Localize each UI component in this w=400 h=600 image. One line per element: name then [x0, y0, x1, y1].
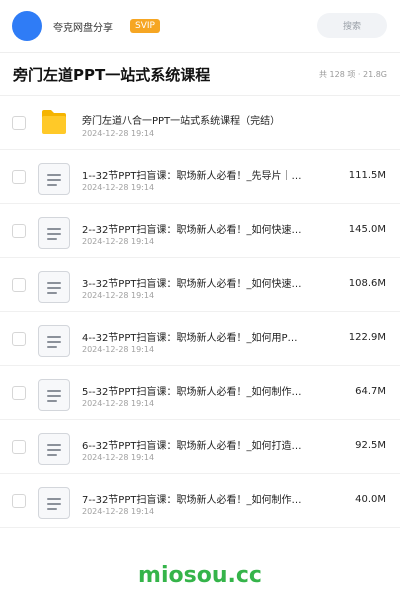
file-size: 122.9M	[348, 332, 386, 343]
search-label: 搜索	[342, 22, 361, 32]
select-checkbox[interactable]	[12, 440, 26, 454]
file-list: 旁门左道八合一PPT一站式系统课程（完结） 2024-12-28 19:14 1…	[0, 96, 400, 528]
avatar[interactable]	[12, 11, 42, 41]
list-item[interactable]: 4--32节PPT扫盲课：职场新人必看！_如何用P… 2024-12-28 19…	[0, 312, 400, 366]
document-icon	[38, 217, 70, 249]
file-name: 5--32节PPT扫盲课：职场新人必看！_如何制作…	[82, 387, 302, 398]
list-item[interactable]: 5--32节PPT扫盲课：职场新人必看！_如何制作… 2024-12-28 19…	[0, 366, 400, 420]
file-date: 2024-12-28 19:14	[82, 291, 155, 300]
file-size: 64.7M	[355, 386, 386, 397]
select-checkbox[interactable]	[12, 494, 26, 508]
document-icon	[38, 379, 70, 411]
list-item[interactable]: 旁门左道八合一PPT一站式系统课程（完结） 2024-12-28 19:14	[0, 96, 400, 150]
username: 夸克网盘分享	[53, 22, 113, 34]
search-button[interactable]: 搜索	[317, 13, 387, 38]
select-checkbox[interactable]	[12, 224, 26, 238]
file-name: 6--32节PPT扫盲课：职场新人必看！_如何打造…	[82, 441, 302, 452]
file-name: 旁门左道八合一PPT一站式系统课程（完结）	[82, 116, 281, 127]
list-item[interactable]: 7--32节PPT扫盲课：职场新人必看！_如何制作… 2024-12-28 19…	[0, 474, 400, 528]
watermark: miosou.cc	[138, 563, 262, 588]
select-checkbox[interactable]	[12, 170, 26, 184]
file-date: 2024-12-28 19:14	[82, 345, 155, 354]
file-date: 2024-12-28 19:14	[82, 453, 155, 462]
file-name: 7--32节PPT扫盲课：职场新人必看！_如何制作…	[82, 495, 302, 506]
svip-badge: SVIP	[130, 19, 160, 33]
file-date: 2024-12-28 19:14	[82, 507, 155, 516]
file-name: 4--32节PPT扫盲课：职场新人必看！_如何用P…	[82, 333, 298, 344]
select-checkbox[interactable]	[12, 386, 26, 400]
top-bar: 夸克网盘分享 SVIP 搜索	[0, 0, 400, 52]
file-date: 2024-12-28 19:14	[82, 399, 155, 408]
document-icon	[38, 487, 70, 519]
list-item[interactable]: 1--32节PPT扫盲课：职场新人必看！_先导片｜… 2024-12-28 19…	[0, 150, 400, 204]
file-name: 1--32节PPT扫盲课：职场新人必看！_先导片｜…	[82, 171, 302, 182]
file-size: 111.5M	[348, 170, 386, 181]
title-row: 旁门左道PPT一站式系统课程 共 128 项21.8G	[0, 53, 400, 95]
page-title: 旁门左道PPT一站式系统课程	[13, 65, 211, 84]
list-item[interactable]: 2--32节PPT扫盲课：职场新人必看！_如何快速… 2024-12-28 19…	[0, 204, 400, 258]
file-size: 92.5M	[355, 440, 386, 451]
total-size: 21.8G	[355, 70, 387, 79]
file-size: 40.0M	[355, 494, 386, 505]
file-name: 2--32节PPT扫盲课：职场新人必看！_如何快速…	[82, 225, 302, 236]
list-item[interactable]: 6--32节PPT扫盲课：职场新人必看！_如何打造… 2024-12-28 19…	[0, 420, 400, 474]
document-icon	[38, 271, 70, 303]
item-count: 共 128 项	[318, 70, 356, 79]
select-checkbox[interactable]	[12, 278, 26, 292]
file-size: 108.6M	[348, 278, 386, 289]
file-date: 2024-12-28 19:14	[82, 183, 155, 192]
file-name: 3--32节PPT扫盲课：职场新人必看！_如何快速…	[82, 279, 302, 290]
file-date: 2024-12-28 19:14	[82, 237, 155, 246]
file-size: 145.0M	[348, 224, 386, 235]
document-icon	[38, 325, 70, 357]
file-date: 2024-12-28 19:14	[82, 129, 155, 138]
select-checkbox[interactable]	[12, 332, 26, 346]
document-icon	[38, 433, 70, 465]
select-checkbox[interactable]	[12, 116, 26, 130]
list-item[interactable]: 3--32节PPT扫盲课：职场新人必看！_如何快速… 2024-12-28 19…	[0, 258, 400, 312]
document-icon	[38, 163, 70, 195]
folder-icon	[42, 110, 66, 134]
folder-meta: 共 128 项21.8G	[319, 69, 387, 80]
